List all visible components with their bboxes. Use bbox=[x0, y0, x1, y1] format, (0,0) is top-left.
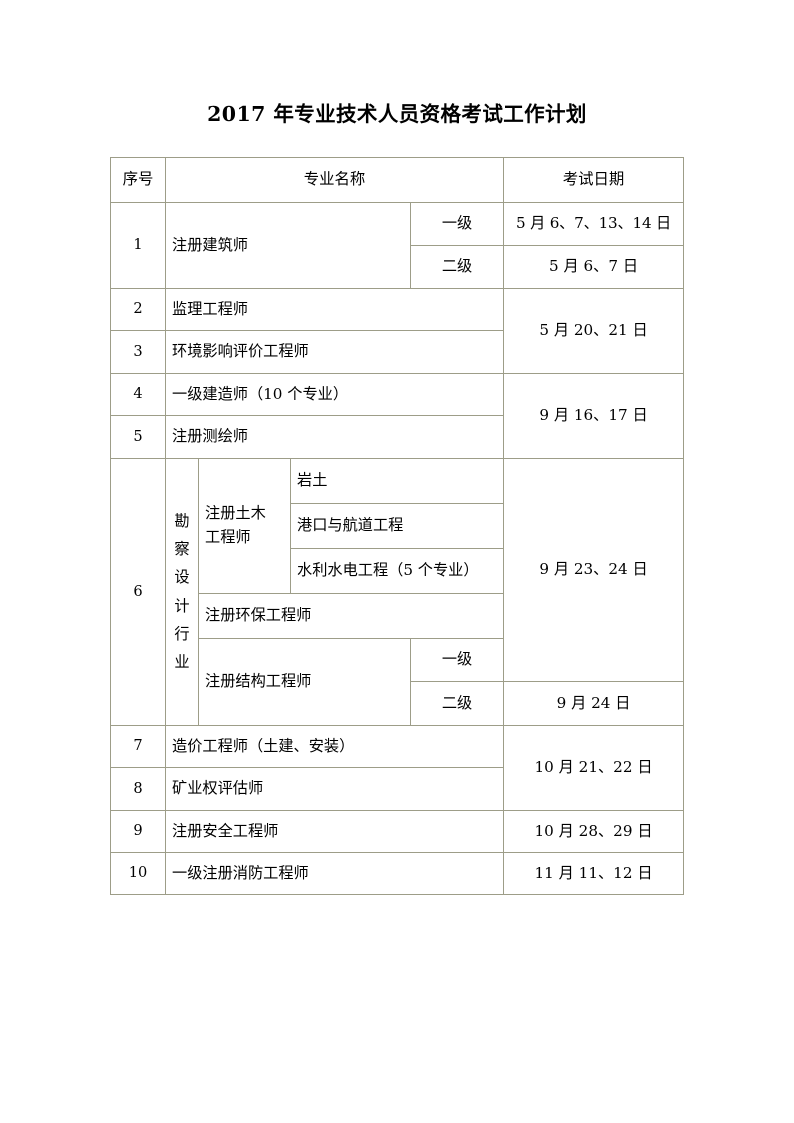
row-level: 一级 bbox=[409, 202, 505, 246]
page-title: 2017 年专业技术人员资格考试工作计划 bbox=[207, 102, 587, 126]
table-row: 9 注册安全工程师 10 月 28、29 日 bbox=[110, 810, 685, 853]
table-row: 4 一级建造师（10 个专业） 9 月 16、17 日 bbox=[110, 373, 685, 459]
table-row: 6 勘 察 设 计 行 业 注册土木 工程师 岩土 9 月 23、24 日 bbox=[110, 458, 685, 726]
table-row: 10 一级注册消防工程师 11 月 11、12 日 bbox=[110, 852, 685, 895]
row-name: 监理工程师 bbox=[164, 288, 505, 331]
industry-char: 设 bbox=[174, 568, 190, 587]
row-date: 10 月 28、29 日 bbox=[503, 810, 685, 853]
row-level: 一级 bbox=[409, 638, 505, 682]
document-page: 2017 年专业技术人员资格考试工作计划 序号 专业名称 考试日期 1 注册建筑… bbox=[0, 0, 794, 1123]
specialty-name: 岩土 bbox=[289, 458, 505, 504]
group-name-line: 工程师 bbox=[205, 528, 251, 546]
row-seq: 5 bbox=[110, 415, 166, 459]
table-row: 2 监理工程师 5 月 20、21 日 bbox=[110, 288, 685, 374]
row-seq: 8 bbox=[110, 767, 166, 811]
row-seq: 2 bbox=[110, 288, 166, 331]
group-name: 注册土木 工程师 bbox=[198, 458, 291, 594]
group-name: 注册环保工程师 bbox=[197, 593, 505, 639]
row-seq: 3 bbox=[110, 330, 166, 374]
row-date: 5 月 20、21 日 bbox=[503, 288, 685, 374]
table-row: 7 造价工程师（土建、安装） 10 月 21、22 日 bbox=[110, 725, 685, 811]
header-date: 考试日期 bbox=[503, 157, 685, 203]
row-date: 5 月 6、7、13、14 日 bbox=[503, 202, 685, 246]
row-seq: 4 bbox=[110, 373, 166, 416]
row-date: 5 月 6、7 日 bbox=[503, 245, 685, 289]
row-date: 9 月 24 日 bbox=[503, 681, 685, 726]
row-level: 二级 bbox=[409, 245, 505, 289]
group-name: 注册结构工程师 bbox=[198, 638, 411, 726]
exam-schedule-table: 序号 专业名称 考试日期 1 注册建筑师 一级 5 月 6、7、13、14 日 … bbox=[110, 157, 685, 895]
row-name: 造价工程师（土建、安装） bbox=[164, 725, 505, 768]
row-name: 环境影响评价工程师 bbox=[164, 330, 505, 374]
group-name-line: 注册土木 bbox=[205, 504, 266, 523]
row-seq: 7 bbox=[110, 725, 166, 768]
industry-char: 计 bbox=[174, 596, 190, 615]
row-seq: 10 bbox=[110, 852, 166, 895]
industry-char: 勘 bbox=[174, 511, 190, 530]
row-name: 注册安全工程师 bbox=[164, 810, 505, 853]
industry-char: 行 bbox=[174, 624, 190, 643]
industry-char: 察 bbox=[174, 540, 190, 559]
table-row: 1 注册建筑师 一级 5 月 6、7、13、14 日 bbox=[110, 202, 685, 289]
header-name: 专业名称 bbox=[164, 157, 505, 203]
row-seq: 1 bbox=[110, 202, 166, 289]
row-level: 二级 bbox=[409, 681, 505, 726]
row-name: 一级建造师（10 个专业） bbox=[164, 373, 505, 416]
row-date: 10 月 21、22 日 bbox=[503, 725, 685, 811]
row-name: 注册测绘师 bbox=[164, 415, 505, 459]
specialty-name: 港口与航道工程 bbox=[289, 503, 505, 549]
industry-char: 业 bbox=[174, 652, 190, 671]
row-date: 9 月 16、17 日 bbox=[503, 373, 685, 459]
row-seq: 6 bbox=[110, 458, 166, 726]
row-date: 9 月 23、24 日 bbox=[503, 458, 685, 682]
table-header-row: 序号 专业名称 考试日期 bbox=[110, 157, 685, 203]
row-industry: 勘 察 设 计 行 业 bbox=[165, 458, 199, 726]
header-seq: 序号 bbox=[110, 157, 166, 203]
row-date: 11 月 11、12 日 bbox=[503, 852, 685, 895]
row-name: 一级注册消防工程师 bbox=[164, 852, 505, 895]
row-name: 注册建筑师 bbox=[165, 202, 411, 289]
row-seq: 9 bbox=[110, 810, 166, 853]
specialty-name: 水利水电工程（5 个专业） bbox=[289, 548, 505, 594]
row-name: 矿业权评估师 bbox=[164, 767, 505, 811]
